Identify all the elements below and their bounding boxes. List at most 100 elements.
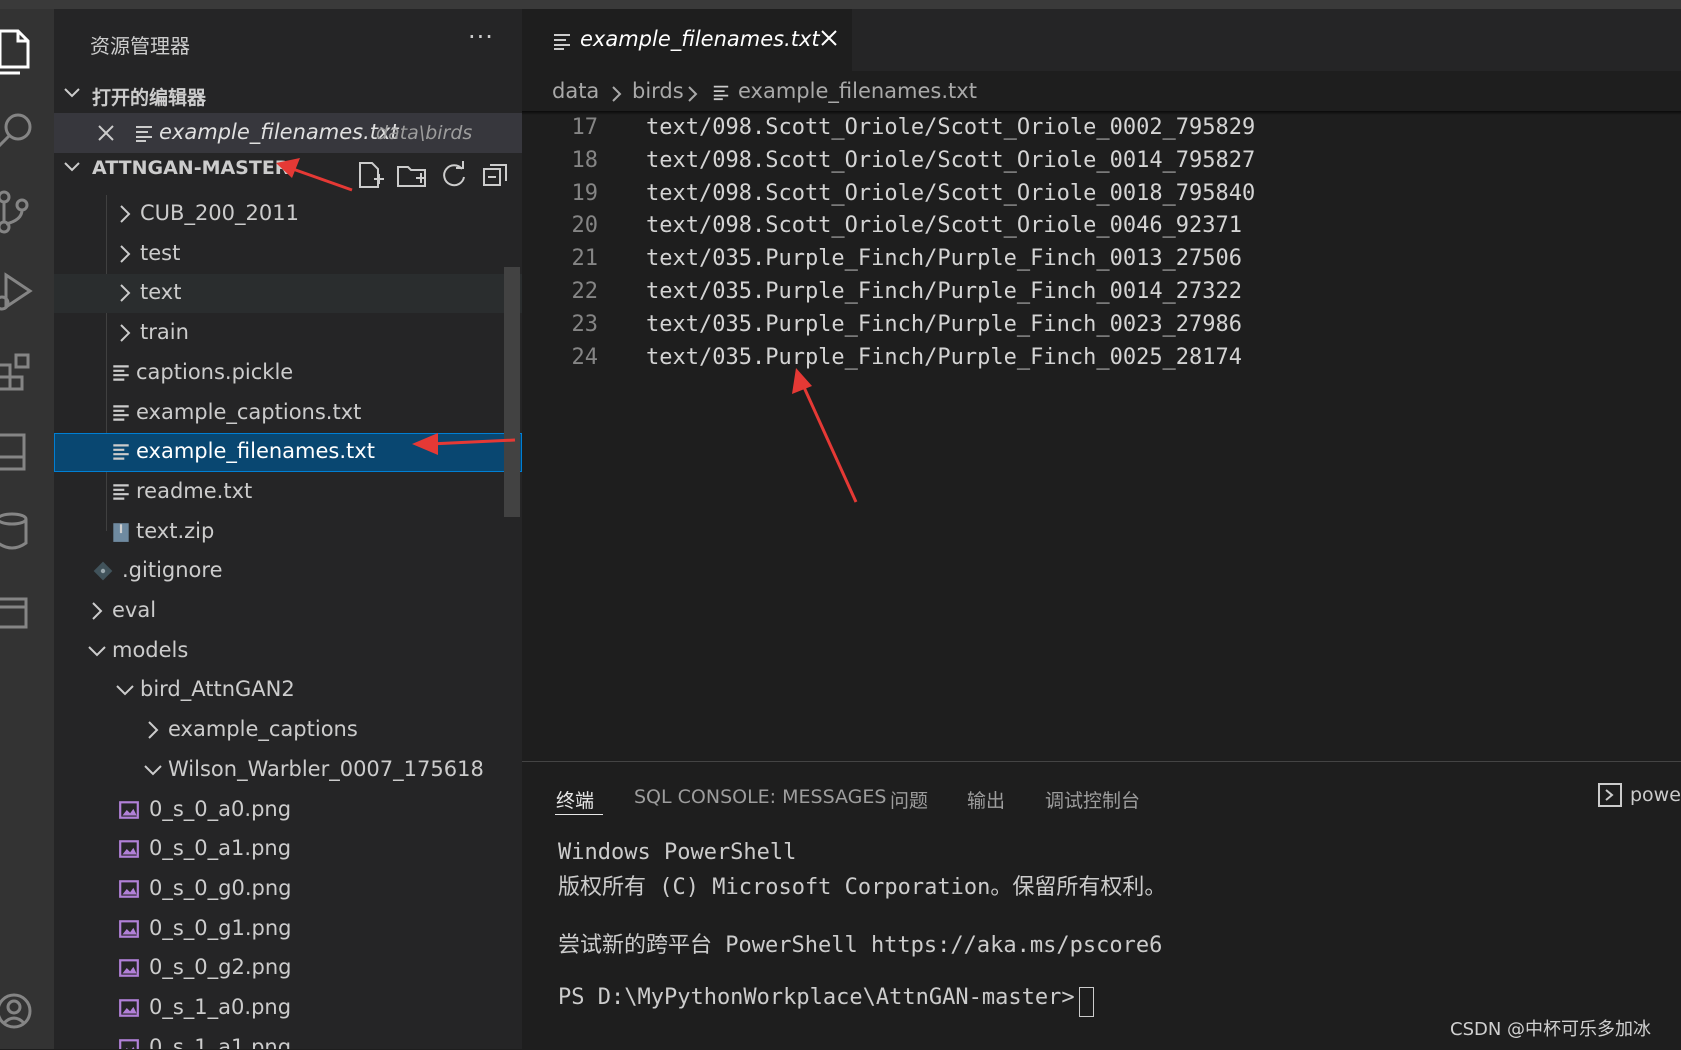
terminal-prompt[interactable]: PS D:\MyPythonWorkplace\AttnGAN-master> (558, 985, 1088, 1010)
database-icon[interactable] (0, 501, 46, 561)
chevron-down-icon (114, 679, 136, 701)
tree-folder[interactable]: eval (54, 592, 522, 631)
tab-sql-console[interactable]: SQL CONSOLE: MESSAGES (634, 786, 886, 808)
line-text: text/035.Purple_Finch/Purple_Finch_0013_… (646, 246, 1243, 272)
image-file-icon (118, 1037, 140, 1049)
new-file-icon[interactable] (354, 159, 386, 191)
chevron-right-icon (114, 322, 136, 344)
tree-folder[interactable]: example_captions (54, 711, 522, 750)
tree-file[interactable]: 0_s_0_g1.png (54, 910, 522, 949)
explorer-icon[interactable] (0, 21, 46, 81)
line-number: 17 (571, 115, 599, 140)
tree-folder[interactable]: CUB_200_2011 (54, 195, 522, 234)
search-icon[interactable] (0, 101, 46, 161)
code-line[interactable]: 23 text/035.Purple_Finch/Purple_Finch_002… (522, 308, 1681, 342)
tree-item-label: 0_s_0_a0.png (149, 797, 292, 821)
tree-folder[interactable]: models (54, 632, 522, 671)
line-text: text/035.Purple_Finch/Purple_Finch_0025_… (646, 344, 1243, 370)
text-file-icon (713, 85, 729, 101)
tab-problems[interactable]: 问题 (890, 786, 928, 813)
sidebar-scrollbar[interactable] (504, 267, 520, 517)
explorer-sidebar: 资源管理器 ··· 打开的编辑器 example_filenames.txt d… (54, 9, 522, 1049)
breadcrumb-item[interactable]: data (552, 79, 599, 103)
close-icon[interactable] (818, 27, 840, 49)
tree-item-label: example_captions (168, 717, 358, 741)
tab-label: example_filenames.txt (580, 27, 820, 51)
tree-item-label: 0_s_1_a0.png (149, 995, 292, 1019)
tree-file[interactable]: text.zip (54, 513, 522, 552)
activity-bar (0, 9, 54, 1049)
shell-selector[interactable]: powe (1630, 784, 1681, 806)
tree-file[interactable]: 0_s_1_a1.png (54, 1029, 522, 1049)
title-strip (0, 0, 1681, 9)
code-line[interactable]: 22 text/035.Purple_Finch/Purple_Finch_001… (522, 275, 1681, 309)
editor-tabs: example_filenames.txt (522, 9, 1681, 71)
line-text: text/098.Scott_Oriole/Scott_Oriole_0014_… (646, 147, 1256, 173)
image-file-icon (118, 918, 140, 940)
active-tab-indicator (555, 814, 603, 815)
tree-item-label: example_filenames.txt (136, 439, 375, 463)
line-number: 22 (571, 279, 599, 304)
open-editor-item[interactable]: example_filenames.txt data\birds (54, 113, 522, 153)
tree-folder[interactable]: test (54, 235, 522, 274)
tree-file[interactable]: 0_s_0_g2.png (54, 949, 522, 988)
open-editors-label: 打开的编辑器 (92, 87, 207, 109)
code-line[interactable]: 18 text/098.Scott_Oriole/Scott_Oriole_001… (522, 144, 1681, 178)
tree-file[interactable]: readme.txt (54, 473, 522, 512)
line-text: text/098.Scott_Oriole/Scott_Oriole_0002_… (646, 115, 1256, 140)
tree-file[interactable]: 0_s_0_g0.png (54, 870, 522, 909)
chevron-down-icon (142, 759, 164, 781)
tab-terminal[interactable]: 终端 (556, 786, 594, 813)
code-line[interactable]: 17 text/098.Scott_Oriole/Scott_Oriole_000… (522, 111, 1681, 145)
remote-explorer-icon[interactable] (0, 421, 46, 481)
terminal-icon[interactable] (1597, 782, 1623, 808)
tree-file[interactable]: example_captions.txt (54, 394, 522, 433)
tree-item-label: 0_s_0_a1.png (149, 836, 292, 860)
code-editor[interactable]: 17 text/098.Scott_Oriole/Scott_Oriole_000… (522, 111, 1681, 761)
sidebar-title: 资源管理器 (90, 34, 190, 58)
code-line[interactable]: 24 text/035.Purple_Finch/Purple_Finch_002… (522, 341, 1681, 375)
panel-icon[interactable] (0, 581, 46, 641)
code-line[interactable]: 21 text/035.Purple_Finch/Purple_Finch_001… (522, 242, 1681, 276)
more-actions-icon[interactable]: ··· (468, 23, 494, 51)
breadcrumb-item[interactable]: birds (632, 79, 684, 103)
collapse-all-icon[interactable] (480, 159, 512, 191)
refresh-icon[interactable] (438, 159, 470, 191)
tree-file[interactable]: 0_s_0_a0.png (54, 791, 522, 830)
terminal-line: 尝试新的跨平台 PowerShell https://aka.ms/pscore… (558, 933, 1163, 958)
tree-item-label: test (140, 241, 181, 265)
tab-output[interactable]: 输出 (967, 786, 1005, 813)
run-debug-icon[interactable] (0, 261, 46, 321)
tree-folder[interactable]: text (54, 274, 522, 313)
chevron-right-icon (114, 243, 136, 265)
tree-item-label: 0_s_0_g2.png (149, 955, 292, 979)
tree-item-label: eval (112, 598, 157, 622)
text-file-icon (110, 402, 132, 424)
tree-folder[interactable]: train (54, 314, 522, 353)
tab-example-filenames[interactable]: example_filenames.txt (522, 9, 852, 71)
tree-file[interactable]: 0_s_0_a1.png (54, 830, 522, 869)
tree-item-label: CUB_200_2011 (140, 201, 299, 225)
tree-file[interactable]: captions.pickle (54, 354, 522, 393)
new-folder-icon[interactable] (396, 159, 428, 191)
tree-folder[interactable]: bird_AttnGAN2 (54, 671, 522, 710)
tree-file[interactable]: 0_s_1_a0.png (54, 989, 522, 1028)
line-text: text/035.Purple_Finch/Purple_Finch_0014_… (646, 279, 1243, 304)
extensions-icon[interactable] (0, 341, 46, 401)
account-icon[interactable] (0, 981, 46, 1041)
breadcrumb: data birds example_filenames.txt (522, 71, 1681, 111)
tree-folder[interactable]: Wilson_Warbler_0007_175618 (54, 751, 522, 790)
line-number: 24 (571, 344, 599, 370)
code-line[interactable]: 19 text/098.Scott_Oriole/Scott_Oriole_001… (522, 177, 1681, 211)
editor-scroll-shadow (522, 111, 1681, 115)
close-icon[interactable] (96, 123, 116, 143)
breadcrumb-item[interactable]: example_filenames.txt (738, 79, 977, 103)
source-control-icon[interactable] (0, 181, 46, 241)
tree-item-label: models (112, 638, 189, 662)
code-line[interactable]: 20 text/098.Scott_Oriole/Scott_Oriole_004… (522, 209, 1681, 243)
image-file-icon (118, 957, 140, 979)
tree-file[interactable]: example_filenames.txt (54, 433, 522, 472)
open-editors-header[interactable]: 打开的编辑器 (54, 77, 522, 113)
tab-debug-console[interactable]: 调试控制台 (1045, 786, 1140, 813)
tree-file[interactable]: .gitignore (54, 552, 522, 591)
